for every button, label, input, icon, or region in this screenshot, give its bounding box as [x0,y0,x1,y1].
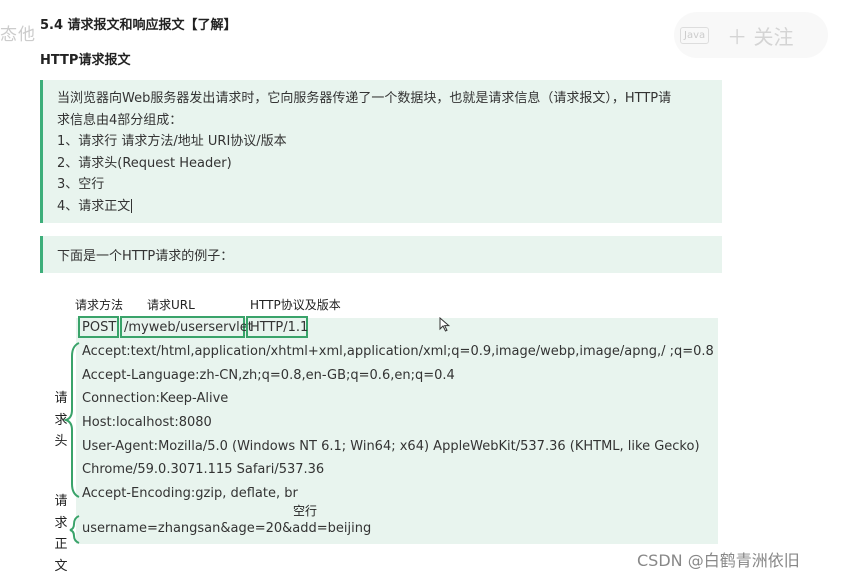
csdn-watermark: CSDN @白鹤青洲依旧 [637,551,800,570]
mouse-pointer-icon [439,317,451,332]
side-label-header: 请 求 头 [54,391,68,449]
side-label-body: 请 求 正 文 [54,494,68,574]
bracket-overlay [62,342,80,544]
body-bracket [69,515,80,544]
